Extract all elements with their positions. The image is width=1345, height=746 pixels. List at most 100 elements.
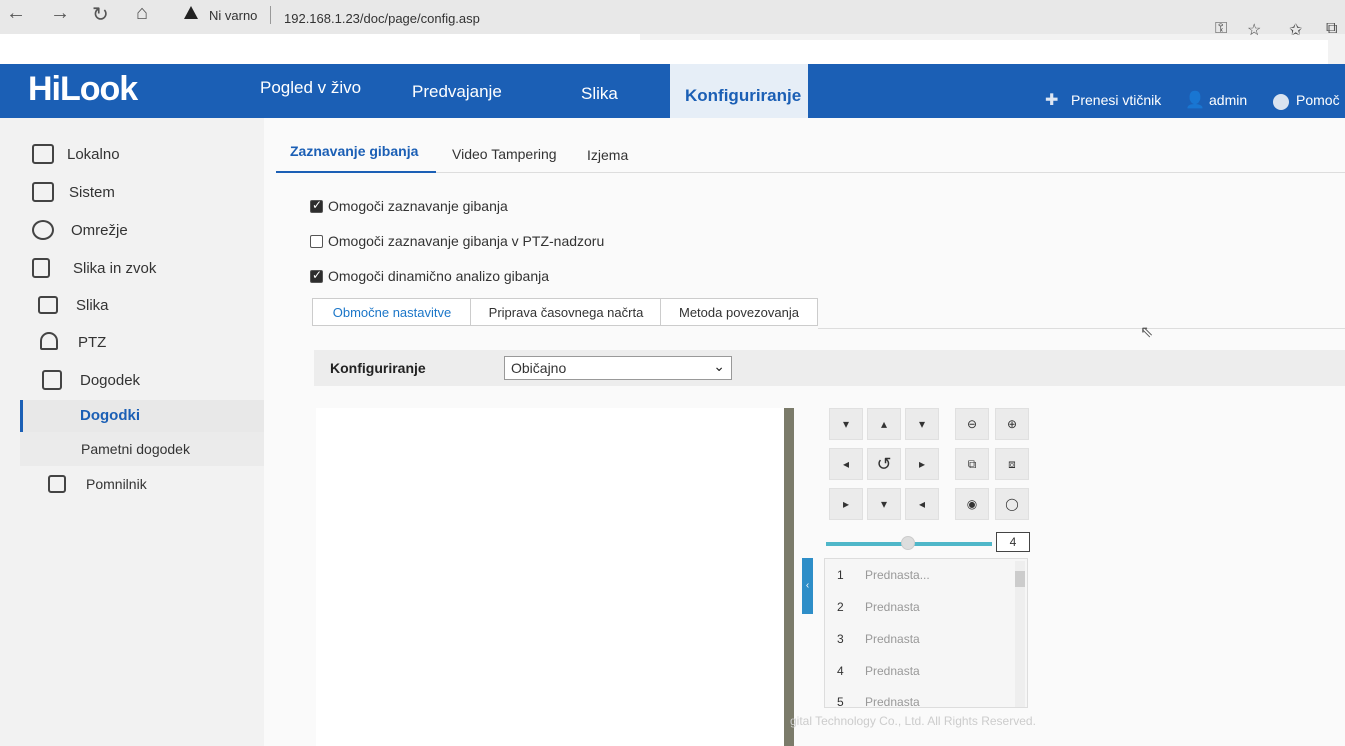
sidebar-item-ptz[interactable]: PTZ (0, 324, 264, 360)
tab-live-view[interactable]: Pogled v živo (260, 78, 361, 98)
sidebar-item-label: Dogodek (80, 372, 141, 389)
preset-name: Prednasta... (865, 568, 930, 582)
preset-name: Prednasta (865, 664, 920, 678)
tab-exception[interactable]: Izjema (587, 147, 628, 163)
configuration-row: Konfiguriranje Običajno ⌄ (314, 350, 1345, 386)
ptz-up-button[interactable]: ▴ (867, 408, 901, 440)
preset-number: 4 (837, 664, 844, 678)
url-text[interactable]: 192.168.1.23/doc/page/config.asp (284, 11, 480, 26)
sidebar-item-label: Slika in zvok (73, 260, 157, 277)
list-item[interactable]: 1 Prednasta... (825, 559, 1015, 589)
list-item[interactable]: 2 Prednasta (825, 591, 1015, 621)
system-icon (32, 182, 54, 202)
sidebar-item-system[interactable]: Sistem (0, 174, 264, 210)
calendar-icon (42, 370, 62, 390)
checkbox-label: Omogoči dinamično analizo gibanja (328, 268, 550, 284)
ptz-down-left-button[interactable]: ▸ (829, 488, 863, 520)
video-audio-icon (32, 258, 50, 278)
preset-number: 2 (837, 600, 844, 614)
ptz-speed-slider-handle[interactable] (901, 536, 915, 550)
key-icon[interactable]: ⚿ (1215, 20, 1227, 38)
preset-list: 1 Prednasta... 2 Prednasta 3 Prednasta 4… (824, 558, 1028, 708)
step-area-settings[interactable]: Območne nastavitve (312, 298, 472, 326)
help-link[interactable]: Pomoč (1296, 92, 1340, 108)
mouse-cursor-icon: ⇖ (1140, 324, 1154, 341)
ptz-up-right-button[interactable]: ▾ (905, 408, 939, 440)
checkbox-label: Omogoči zaznavanje gibanja (328, 198, 508, 214)
ptz-right-button[interactable]: ▸ (905, 448, 939, 480)
ptz-left-button[interactable]: ◂ (829, 448, 863, 480)
address-bar[interactable]: Ni varno 192.168.1.23/doc/page/config.as… (170, 2, 930, 30)
ptz-icon (40, 332, 58, 350)
zoom-out-icon[interactable]: ⊖ (955, 408, 989, 440)
sidebar-item-local[interactable]: Lokalno (0, 136, 264, 172)
enable-ptz-motion-detection-checkbox[interactable] (310, 235, 323, 248)
enable-motion-detection-checkbox[interactable] (310, 198, 323, 213)
sidebar-subitem-smart-event[interactable]: Pametni dogodek (20, 432, 264, 466)
tab-playback[interactable]: Predvajanje (412, 82, 502, 102)
tab-image[interactable]: Slika (581, 84, 618, 104)
security-label[interactable]: Ni varno (209, 8, 257, 23)
sidebar-item-network[interactable]: Omrežje (0, 212, 264, 248)
checkbox-label: Omogoči zaznavanje gibanja v PTZ-nadzoru (328, 233, 605, 249)
favorites-icon[interactable]: ✩ (1289, 20, 1302, 40)
plugin-icon: ✚ (1045, 92, 1059, 109)
download-plugin-link[interactable]: Prenesi vtičnik (1071, 92, 1161, 108)
subtab-active-indicator (276, 171, 436, 173)
video-preview[interactable] (316, 408, 794, 746)
sidebar: Lokalno Sistem Omrežje Slika in zvok Sli… (0, 118, 264, 746)
redacted-video (316, 408, 784, 746)
configuration-label: Konfiguriranje (330, 360, 426, 376)
configuration-select[interactable]: Običajno ⌄ (504, 356, 732, 380)
preset-panel-toggle[interactable]: ‹ (802, 558, 813, 614)
chevron-down-icon: ⌄ (713, 358, 725, 374)
zoom-in-icon[interactable]: ⊕ (995, 408, 1029, 440)
preset-name: Prednasta (865, 632, 920, 646)
home-button[interactable]: ⌂ (136, 2, 148, 25)
ptz-down-button[interactable]: ▾ (867, 488, 901, 520)
browser-toolbar: ← → ↻ ⌂ Ni varno 192.168.1.23/doc/page/c… (0, 0, 1345, 39)
preset-scrollbar-thumb[interactable] (1015, 571, 1025, 587)
sidebar-item-event[interactable]: Dogodek (0, 362, 264, 398)
ptz-down-right-button[interactable]: ◂ (905, 488, 939, 520)
preset-scrollbar[interactable] (1015, 561, 1025, 707)
sidebar-item-label: Omrežje (71, 222, 128, 239)
storage-icon (48, 475, 66, 493)
tab-configuration[interactable]: Konfiguriranje (685, 86, 801, 106)
list-item[interactable]: 3 Prednasta (825, 623, 1015, 653)
tab-motion-detection[interactable]: Zaznavanje gibanja (290, 143, 418, 159)
sidebar-subitem-label: Pametni dogodek (81, 441, 190, 457)
iris-open-icon[interactable]: ◉ (955, 488, 989, 520)
preset-name: Prednasta (865, 600, 920, 614)
enable-dynamic-analysis-checkbox[interactable] (310, 268, 323, 283)
app-header: HiLook Pogled v živo Predvajanje Slika K… (0, 64, 1345, 118)
ptz-up-left-button[interactable]: ▾ (829, 408, 863, 440)
user-link[interactable]: admin (1209, 92, 1247, 108)
sidebar-item-storage[interactable]: Pomnilnik (0, 473, 264, 509)
reload-button[interactable]: ↻ (92, 2, 109, 27)
list-item[interactable]: 5 Prednasta (825, 686, 1015, 708)
focus-near-icon[interactable]: ⧉ (955, 448, 989, 480)
preset-name: Prednasta (865, 695, 920, 708)
step-linkage-method[interactable]: Metoda povezovanja (660, 298, 818, 326)
configuration-select-value: Običajno (511, 360, 567, 376)
monitor-icon (32, 144, 54, 164)
ptz-auto-rotate-button[interactable]: ↺ (867, 448, 901, 480)
focus-far-icon[interactable]: ⧈ (995, 448, 1029, 480)
list-item[interactable]: 4 Prednasta (825, 655, 1015, 685)
step-schedule[interactable]: Priprava časovnega načrta (470, 298, 662, 326)
collections-icon[interactable]: ⧉ (1326, 20, 1337, 38)
favorite-add-icon[interactable]: ☆ (1247, 20, 1261, 40)
ptz-speed-value: 4 (996, 532, 1030, 552)
main-content: Zaznavanje gibanja Video Tampering Izjem… (264, 118, 1345, 746)
sidebar-item-image[interactable]: Slika (0, 288, 264, 324)
sidebar-item-video-audio[interactable]: Slika in zvok (0, 250, 264, 286)
sidebar-item-label: Slika (76, 297, 109, 314)
sidebar-subitem-events[interactable]: Dogodki (20, 400, 264, 432)
iris-close-icon[interactable]: ◯ (995, 488, 1029, 520)
sidebar-item-label: Pomnilnik (86, 476, 147, 492)
tab-video-tampering[interactable]: Video Tampering (452, 146, 557, 162)
back-button[interactable]: ← (6, 2, 26, 25)
forward-button[interactable]: → (50, 2, 70, 25)
image-icon (38, 296, 58, 314)
